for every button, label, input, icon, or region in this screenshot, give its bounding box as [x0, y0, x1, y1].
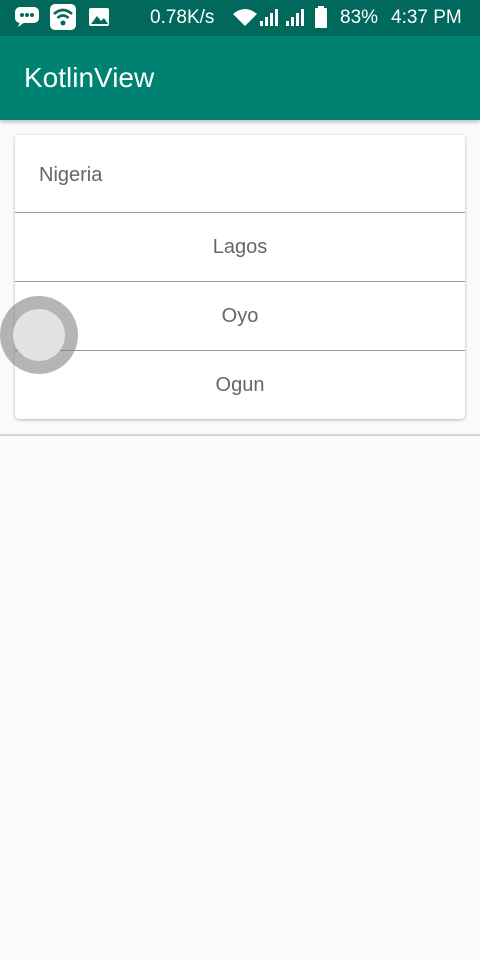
image-notification-icon — [86, 4, 112, 30]
list-item-oyo[interactable]: Oyo — [15, 282, 465, 351]
status-bar: 0.78K/s 83% 4:37 PM — [0, 0, 480, 36]
wifi-notification-icon — [50, 4, 76, 30]
cell-signal-icon-2 — [284, 4, 308, 30]
list-item-label: Ogun — [215, 374, 265, 396]
network-speed: 0.78K/s — [150, 7, 215, 28]
cell-signal-icon — [258, 4, 282, 30]
battery-icon — [312, 4, 330, 30]
card-header: Nigeria — [15, 135, 465, 213]
touch-indicator — [0, 296, 78, 374]
list-item-label: Lagos — [212, 235, 268, 258]
wifi-signal-icon — [232, 4, 258, 30]
state-list-card: Nigeria Lagos Oyo Ogun — [15, 135, 465, 419]
touch-indicator-core — [13, 309, 65, 361]
list-item-lagos[interactable]: Lagos — [15, 213, 465, 282]
clock: 4:37 PM — [391, 7, 462, 28]
battery-percent: 83% — [340, 7, 379, 28]
list-item-ogun[interactable]: Ogun — [15, 351, 465, 419]
list-item-label: Oyo — [221, 304, 259, 327]
country-label: Nigeria — [39, 164, 103, 186]
divider — [0, 434, 480, 436]
chat-notification-icon — [14, 4, 40, 30]
app-bar: KotlinView — [0, 36, 480, 120]
app-title: KotlinView — [24, 62, 155, 93]
